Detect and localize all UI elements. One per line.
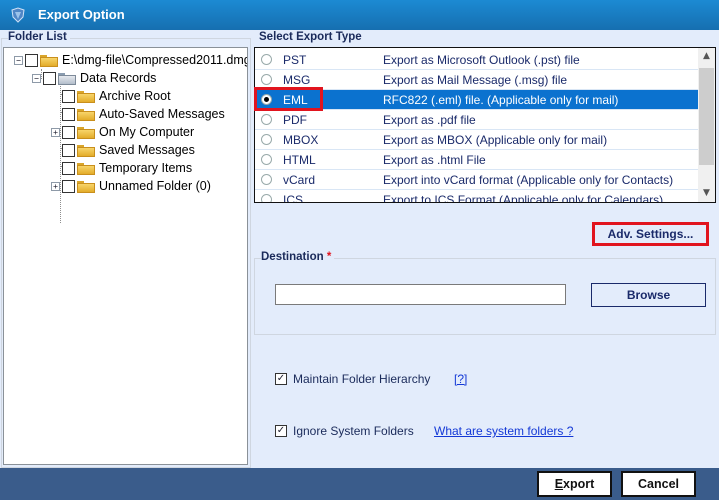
tree-item-label: On My Computer <box>99 125 195 139</box>
tree-checkbox[interactable] <box>62 161 75 175</box>
folder-tree[interactable]: − E:\dmg-file\Compressed2011.dmg − Data … <box>3 47 248 465</box>
tree-item-root[interactable]: − E:\dmg-file\Compressed2011.dmg <box>14 51 248 69</box>
expand-icon[interactable]: + <box>51 127 60 137</box>
radio-button[interactable] <box>261 114 272 125</box>
tree-item-data-records[interactable]: − Data Records <box>32 69 156 87</box>
tree-item-label: Auto-Saved Messages <box>99 107 225 121</box>
tree-item-on-my-computer[interactable]: + On My Computer <box>51 123 194 141</box>
adv-settings-button[interactable]: Adv. Settings... <box>592 222 709 246</box>
tree-item-auto-saved-messages[interactable]: Auto-Saved Messages <box>51 105 225 123</box>
radio-button[interactable] <box>261 134 272 145</box>
maintain-hierarchy-option[interactable]: ✓ Maintain Folder Hierarchy <box>275 372 430 386</box>
radio-button[interactable] <box>261 74 272 85</box>
system-folders-help-link[interactable]: What are system folders ? <box>434 424 573 438</box>
export-option-mbox[interactable]: MBOX Export as MBOX (Applicable only for… <box>255 130 698 150</box>
records-folder-icon <box>58 72 76 85</box>
tree-checkbox[interactable] <box>62 107 75 121</box>
destination-label: Destination * <box>261 251 335 263</box>
destination-input[interactable] <box>275 284 566 305</box>
collapse-icon[interactable]: − <box>14 55 23 65</box>
tree-checkbox[interactable] <box>62 89 75 103</box>
tree-checkbox[interactable] <box>43 71 56 85</box>
tree-item-temporary-items[interactable]: Temporary Items <box>51 159 192 177</box>
export-option-pdf[interactable]: PDF Export as .pdf file <box>255 110 698 130</box>
radio-button[interactable] <box>261 54 272 65</box>
chevron-up-icon[interactable]: ▲ <box>698 48 715 65</box>
required-mark: * <box>326 251 332 263</box>
scroll-thumb[interactable] <box>699 68 714 165</box>
export-option-vcard[interactable]: vCard Export into vCard format (Applicab… <box>255 170 698 190</box>
radio-button[interactable] <box>261 194 272 202</box>
export-button[interactable]: Export <box>537 471 612 497</box>
folder-icon <box>77 162 95 175</box>
export-type-list[interactable]: PST Export as Microsoft Outlook (.pst) f… <box>254 47 716 203</box>
tree-item-label: Data Records <box>80 71 157 85</box>
checkbox-checked[interactable]: ✓ <box>275 425 287 437</box>
cancel-button[interactable]: Cancel <box>621 471 696 497</box>
folder-icon <box>77 180 95 193</box>
radio-button[interactable] <box>261 154 272 165</box>
tree-checkbox[interactable] <box>62 125 75 139</box>
collapse-icon[interactable]: − <box>32 73 41 83</box>
tree-checkbox[interactable] <box>25 53 38 67</box>
tree-item-label: E:\dmg-file\Compressed2011.dmg <box>62 53 248 67</box>
tree-item-archive-root[interactable]: Archive Root <box>51 87 171 105</box>
chevron-down-icon[interactable]: ▼ <box>698 185 715 202</box>
tree-item-label: Saved Messages <box>99 143 195 157</box>
folder-icon <box>77 90 95 103</box>
browse-button[interactable]: Browse <box>591 283 706 307</box>
export-option-ics[interactable]: ICS Export to ICS Format (Applicable onl… <box>255 190 698 202</box>
selection-highlight-box <box>254 87 323 111</box>
export-type-label: Select Export Type <box>259 31 365 43</box>
folder-list-label: Folder List <box>8 31 70 43</box>
export-list-scrollbar[interactable]: ▲ ▼ <box>698 48 715 202</box>
export-option-pst[interactable]: PST Export as Microsoft Outlook (.pst) f… <box>255 50 698 70</box>
title-bar: Export Option <box>0 0 719 30</box>
window-title: Export Option <box>38 7 125 22</box>
folder-icon <box>77 108 95 121</box>
radio-button[interactable] <box>261 174 272 185</box>
tree-item-label: Temporary Items <box>99 161 193 175</box>
ignore-system-folders-option[interactable]: ✓ Ignore System Folders <box>275 424 414 438</box>
tree-item-unnamed-folder[interactable]: + Unnamed Folder (0) <box>51 177 211 195</box>
app-shield-icon <box>11 7 25 23</box>
tree-checkbox[interactable] <box>62 143 75 157</box>
tree-item-label: Unnamed Folder (0) <box>99 179 211 193</box>
tree-checkbox[interactable] <box>62 179 75 193</box>
tree-item-label: Archive Root <box>99 89 171 103</box>
export-option-html[interactable]: HTML Export as .html File <box>255 150 698 170</box>
folder-icon <box>77 144 95 157</box>
checkbox-checked[interactable]: ✓ <box>275 373 287 385</box>
tree-item-saved-messages[interactable]: Saved Messages <box>51 141 195 159</box>
hierarchy-help-link[interactable]: [?] <box>454 372 467 386</box>
expand-icon[interactable]: + <box>51 181 60 191</box>
open-folder-icon <box>40 54 58 67</box>
folder-icon <box>77 126 95 139</box>
